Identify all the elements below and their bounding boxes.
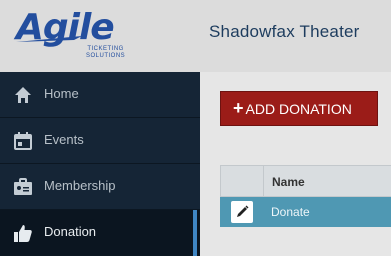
pencil-icon	[237, 205, 249, 217]
sidebar-item-home[interactable]: Home	[0, 72, 200, 118]
thumbs-up-icon	[14, 225, 32, 242]
sidebar-item-label: Donation	[44, 224, 97, 239]
agile-ticketing-logo[interactable]: Agile TICKETING SOLUTIONS	[14, 6, 164, 64]
main-content: + ADD DONATION Name Donate	[200, 72, 391, 256]
sidebar-scrollbar[interactable]	[193, 210, 197, 256]
add-donation-label: ADD DONATION	[245, 101, 352, 117]
sidebar-item-membership[interactable]: Membership	[0, 164, 200, 210]
table-row[interactable]: Donate	[220, 197, 391, 227]
sidebar-item-donation[interactable]: Donation	[0, 210, 200, 256]
membership-card-icon	[14, 178, 32, 195]
theater-name: Shadowfax Theater	[209, 22, 360, 41]
table-header: Name	[220, 165, 391, 197]
table-cell-name: Donate	[271, 205, 310, 219]
add-donation-button[interactable]: + ADD DONATION	[220, 91, 378, 126]
sidebar-item-events[interactable]: Events	[0, 118, 200, 164]
sidebar-item-label: Membership	[44, 178, 116, 193]
column-divider	[263, 166, 264, 196]
logo-wordmark: Agile	[16, 7, 115, 48]
logo-tagline: TICKETING SOLUTIONS	[86, 46, 126, 59]
sidebar-item-label: Events	[44, 132, 84, 147]
home-icon	[15, 87, 31, 103]
app-header: Agile TICKETING SOLUTIONS Shadowfax Thea…	[0, 0, 391, 72]
calendar-icon	[14, 132, 32, 150]
donations-table: Name Donate	[220, 165, 391, 227]
sidebar-item-label: Home	[44, 86, 79, 101]
column-header-name[interactable]: Name	[272, 175, 305, 189]
plus-icon: +	[233, 98, 244, 118]
edit-button[interactable]	[231, 201, 253, 223]
sidebar-nav: Home Events Membership Donation	[0, 72, 200, 256]
